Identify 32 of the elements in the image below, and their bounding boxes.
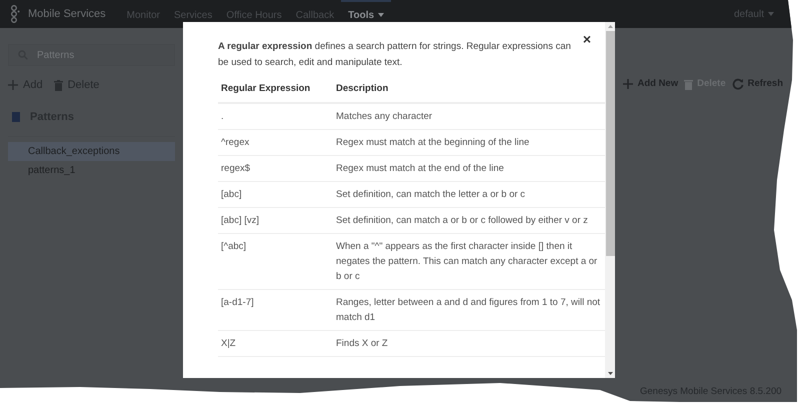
app-title: Mobile Services (28, 6, 106, 22)
table-cell: X|Z (218, 330, 333, 357)
pattern-item[interactable]: Callback_exceptions (8, 142, 175, 161)
book-icon (12, 112, 20, 122)
table-cell: [abc] [vz] (218, 208, 333, 234)
table-cell: [a-d1-7] (218, 290, 333, 331)
table-cell: [abc] (218, 182, 333, 208)
table-cell: regex$ (218, 156, 333, 182)
table-cell: Matches any character (333, 103, 605, 130)
intro-text: A regular expression defines a search pattern for strings. Regular expressions can be used to search, edit and manipulate text. (218, 40, 572, 70)
table-cell: Set definition, can match a or b or c followed by either v or z (333, 208, 605, 234)
trash-icon (54, 80, 63, 91)
caret-icon (768, 12, 774, 16)
scrollbar[interactable] (605, 22, 615, 378)
plus-icon (623, 79, 634, 89)
table-cell: ^regex (218, 130, 333, 156)
table-cell: Regex must match at the end of the line (333, 156, 605, 182)
logo-icon (10, 5, 20, 23)
close-button[interactable]: × (582, 32, 591, 46)
table-cell: Regex must match at the beginning of the line (333, 130, 605, 156)
table-cell: . (218, 103, 333, 130)
plus-icon (8, 80, 18, 90)
table-cell: Finds X or Z (333, 330, 605, 357)
table-cell: [^abc] (218, 234, 333, 290)
table-cell: Set definition, can match the letter a or b or c (333, 182, 605, 208)
scroll-down-icon[interactable] (608, 372, 612, 376)
trash-icon (684, 78, 694, 90)
column-header: Regular Expression (218, 77, 333, 104)
column-header: Description (333, 77, 605, 104)
scroll-thumb[interactable] (606, 30, 614, 256)
refresh-icon (732, 78, 744, 90)
scroll-up-icon[interactable] (608, 24, 612, 28)
